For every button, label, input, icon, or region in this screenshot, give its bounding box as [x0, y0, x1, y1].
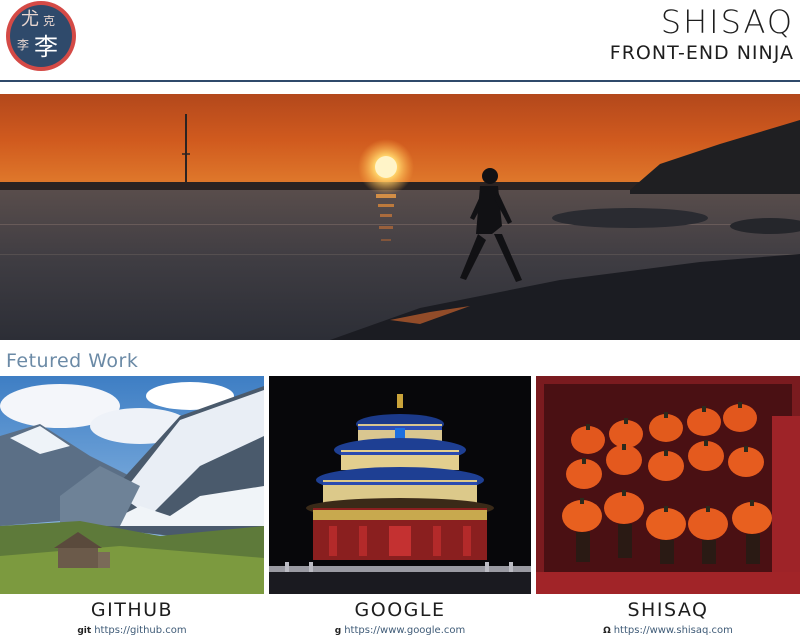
card-title[interactable]: GOOGLE [269, 599, 531, 621]
github-icon: git [77, 626, 92, 636]
site-header: 尤 克 李 李 SHISAQ FRONT-END NINJA [0, 0, 800, 82]
hero-sunset-illustration [0, 94, 800, 340]
card-link[interactable]: git https://github.com [0, 625, 264, 637]
logo-char: 克 [43, 14, 56, 28]
card-url[interactable]: https://github.com [94, 625, 186, 637]
featured-card-shisaq[interactable]: SHISAQ Ω https://www.shisaq.com [536, 376, 800, 637]
featured-card-github[interactable]: GITHUB git https://github.com [0, 376, 264, 637]
logo-emblem: 尤 克 李 李 [10, 5, 72, 67]
brand-block: SHISAQ FRONT-END NINJA [610, 4, 794, 65]
card-title[interactable]: SHISAQ [536, 599, 800, 621]
pumpkin-figurines-image [536, 376, 800, 594]
card-thumbnail[interactable] [536, 376, 800, 594]
hero-image [0, 94, 800, 340]
logo-char: 李 [17, 38, 30, 52]
card-title[interactable]: GITHUB [0, 599, 264, 621]
card-thumbnail[interactable] [269, 376, 531, 594]
card-url[interactable]: https://www.shisaq.com [614, 625, 733, 637]
card-url[interactable]: https://www.google.com [344, 625, 465, 637]
brand-tagline: FRONT-END NINJA [609, 42, 794, 64]
logo-char: 李 [34, 33, 58, 61]
temple-of-heaven-image [269, 376, 531, 594]
google-icon: g [334, 626, 342, 636]
site-logo[interactable]: 尤 克 李 李 [6, 1, 76, 71]
card-link[interactable]: Ω https://www.shisaq.com [536, 625, 800, 637]
featured-card-google[interactable]: GOOGLE g https://www.google.com [269, 376, 531, 637]
site-icon: Ω [603, 626, 611, 636]
featured-work-title: Fetured Work [6, 350, 139, 372]
logo-char: 尤 [21, 9, 39, 30]
mountain-landscape-image [0, 376, 264, 594]
card-thumbnail[interactable] [0, 376, 264, 594]
brand-name[interactable]: SHISAQ [610, 4, 794, 40]
card-link[interactable]: g https://www.google.com [269, 625, 531, 637]
